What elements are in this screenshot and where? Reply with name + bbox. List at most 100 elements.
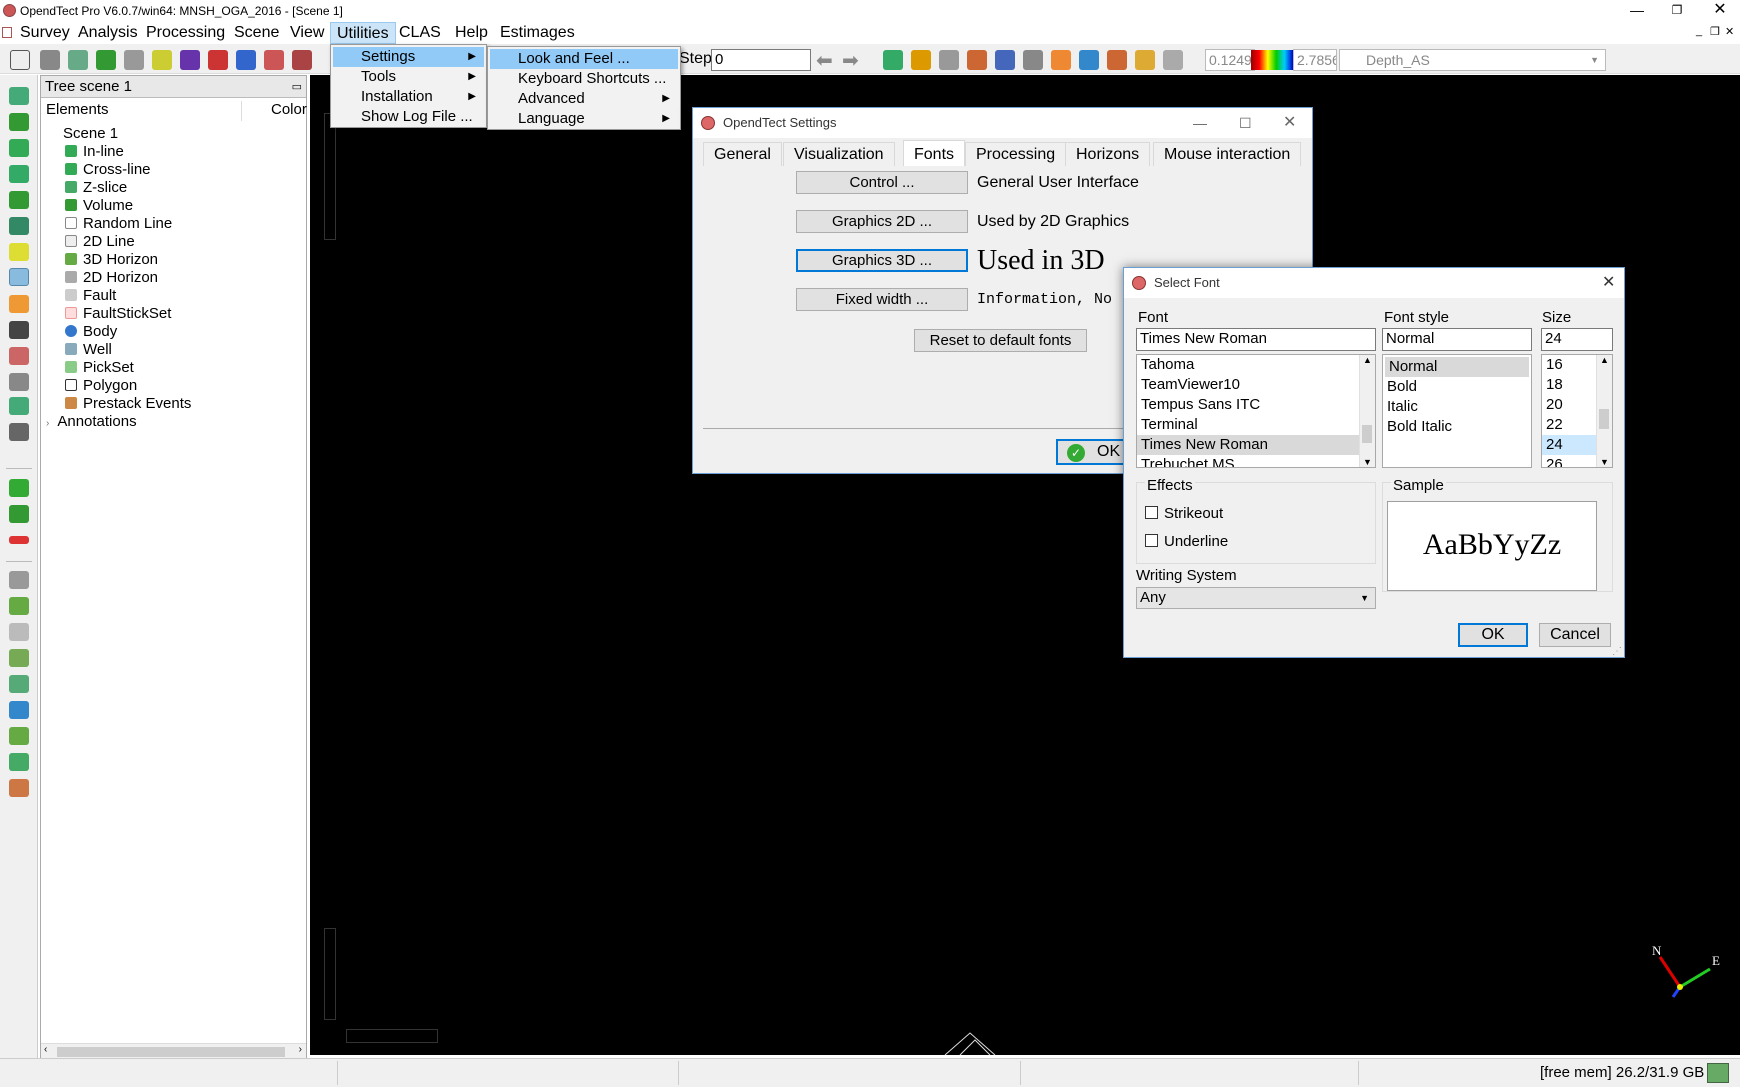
crossplot-icon[interactable] <box>292 50 312 70</box>
color-max-input[interactable]: 2.7856 <box>1293 49 1337 71</box>
scroll-left-icon[interactable]: ‹ <box>44 1044 47 1055</box>
list-item[interactable]: Bold Italic <box>1383 417 1531 437</box>
tree-hscrollbar[interactable]: ‹ › <box>41 1043 306 1059</box>
step-input[interactable]: 0 <box>711 49 811 71</box>
camera-icon[interactable] <box>9 321 29 339</box>
horizon-manager-icon[interactable] <box>68 50 88 70</box>
list-item[interactable]: TeamViewer10 <box>1137 375 1375 395</box>
flatten-icon[interactable] <box>911 50 931 70</box>
close-button[interactable]: ✕ <box>1697 0 1740 22</box>
edit-icon[interactable] <box>1107 50 1127 70</box>
menu-item-language[interactable]: Language ▶ <box>490 109 678 129</box>
arrow-left-icon[interactable]: ⬅ <box>816 48 833 73</box>
minimize-icon[interactable]: — <box>1193 108 1207 138</box>
menu-analysis[interactable]: Analysis <box>72 22 144 44</box>
scroll-right-icon[interactable]: › <box>299 1044 302 1055</box>
light-icon[interactable] <box>9 295 29 313</box>
memory-graph-icon[interactable] <box>1707 1063 1729 1083</box>
menu-utilities[interactable]: Utilities <box>330 22 396 44</box>
tree-item[interactable]: In-line <box>65 143 124 161</box>
list-item[interactable]: Normal <box>1385 357 1529 377</box>
dots-icon[interactable] <box>9 675 29 693</box>
magnet-icon[interactable] <box>1135 50 1155 70</box>
menu-clas[interactable]: CLAS <box>393 22 447 44</box>
settings-gear-icon[interactable] <box>9 479 29 497</box>
style-list[interactable]: Normal Bold Italic Bold Italic <box>1382 354 1532 468</box>
graphics-2d-font-button[interactable]: Graphics 2D ... <box>796 210 968 233</box>
menu-processing[interactable]: Processing <box>140 22 231 44</box>
list-item[interactable]: Terminal <box>1137 415 1375 435</box>
tree-item[interactable]: Z-slice <box>65 179 127 197</box>
ruler-icon[interactable] <box>9 423 29 441</box>
font-cancel-button[interactable]: Cancel <box>1539 623 1611 647</box>
font-input[interactable]: Times New Roman <box>1136 328 1376 351</box>
menu-item-advanced[interactable]: Advanced ▶ <box>490 89 678 109</box>
inline-add-icon[interactable] <box>9 113 29 131</box>
horizon-icon[interactable] <box>9 597 29 615</box>
strikeout-checkbox[interactable]: Strikeout <box>1145 505 1223 522</box>
volume-builder-icon[interactable] <box>236 50 256 70</box>
tree-item[interactable]: Well <box>65 341 112 359</box>
scroll-thumb[interactable] <box>1362 425 1372 443</box>
writing-system-select[interactable]: Any ▼ <box>1136 587 1376 609</box>
viewer-hslider[interactable] <box>346 1029 438 1043</box>
tree-item[interactable]: 2D Line <box>65 233 135 251</box>
checkbox-icon[interactable] <box>1145 534 1158 547</box>
viewer-slider-top[interactable] <box>324 113 336 240</box>
scroll-thumb[interactable] <box>1599 409 1609 429</box>
minus-icon[interactable] <box>9 536 29 544</box>
size-list[interactable]: 16 18 20 22 24 26 ▲ ▼ <box>1541 354 1613 468</box>
menu-survey[interactable]: Survey <box>14 22 76 44</box>
attribute-select[interactable]: Depth_AS ▼ <box>1339 49 1606 71</box>
lock-icon[interactable] <box>9 505 29 523</box>
tab-fonts[interactable]: Fonts <box>903 140 966 166</box>
volume-add-icon[interactable] <box>9 217 29 235</box>
eye-icon[interactable] <box>9 347 29 365</box>
grid-icon[interactable] <box>883 50 903 70</box>
scroll-up-icon[interactable]: ▲ <box>1363 355 1372 365</box>
menu-item-installation[interactable]: Installation ▶ <box>333 87 484 107</box>
chart-icon[interactable] <box>9 753 29 771</box>
list-item[interactable]: Trebuchet MS <box>1137 455 1375 467</box>
mdi-close-icon[interactable]: ✕ <box>1725 25 1734 38</box>
fault-manager-icon[interactable] <box>96 50 116 70</box>
menu-scene[interactable]: Scene <box>228 22 285 44</box>
color-bar[interactable] <box>1251 50 1293 70</box>
tree-item[interactable]: 2D Horizon <box>65 269 158 287</box>
tree-scene-root[interactable]: Scene 1 <box>63 125 118 143</box>
arrow-right-icon[interactable]: ➡ <box>842 48 859 73</box>
flip-icon[interactable] <box>1079 50 1099 70</box>
size-list-scrollbar[interactable]: ▲ ▼ <box>1596 355 1612 467</box>
restore-button[interactable]: ❐ <box>1654 0 1700 22</box>
horizon-track-icon[interactable] <box>939 50 959 70</box>
menu-item-keyboard-shortcuts[interactable]: Keyboard Shortcuts ... <box>490 69 678 89</box>
list-item[interactable]: Tahoma <box>1137 355 1375 375</box>
tree-item[interactable]: Body <box>65 323 117 341</box>
font-list[interactable]: Tahoma TeamViewer10 Tempus Sans ITC Term… <box>1136 354 1376 468</box>
tree-item[interactable]: PickSet <box>65 359 134 377</box>
color-min-input[interactable]: 0.1249 <box>1205 49 1255 71</box>
maximize-icon[interactable]: ☐ <box>1239 108 1252 138</box>
tab-visualization[interactable]: Visualization <box>783 142 895 166</box>
tree-icon[interactable] <box>9 649 29 667</box>
layer-model-icon[interactable] <box>264 50 284 70</box>
resize-grip-icon[interactable]: ⋰ <box>1612 646 1622 657</box>
graphics-3d-font-button[interactable]: Graphics 3D ... <box>796 249 968 272</box>
color-table-icon[interactable] <box>1051 50 1071 70</box>
settings-ok-button[interactable]: ✓ OK <box>1056 439 1126 465</box>
list-item[interactable]: 24 <box>1542 435 1596 455</box>
stereo-icon[interactable] <box>9 373 29 391</box>
list-item[interactable]: Tempus Sans ITC <box>1137 395 1375 415</box>
menu-item-look-and-feel[interactable]: Look and Feel ... <box>490 49 678 69</box>
tab-processing[interactable]: Processing <box>965 142 1067 166</box>
axes-icon[interactable] <box>9 268 29 286</box>
crossline-add-icon[interactable] <box>9 139 29 157</box>
tree-item[interactable]: Polygon <box>65 377 137 395</box>
undock-icon[interactable]: ▭ <box>292 76 302 98</box>
stack-icon[interactable] <box>9 779 29 797</box>
menu-item-tools[interactable]: Tools ▶ <box>333 67 484 87</box>
list-item[interactable]: Bold <box>1383 377 1531 397</box>
tree-item[interactable]: Cross-line <box>65 161 151 179</box>
globe-icon[interactable] <box>9 701 29 719</box>
tree-item[interactable]: Volume <box>65 197 133 215</box>
